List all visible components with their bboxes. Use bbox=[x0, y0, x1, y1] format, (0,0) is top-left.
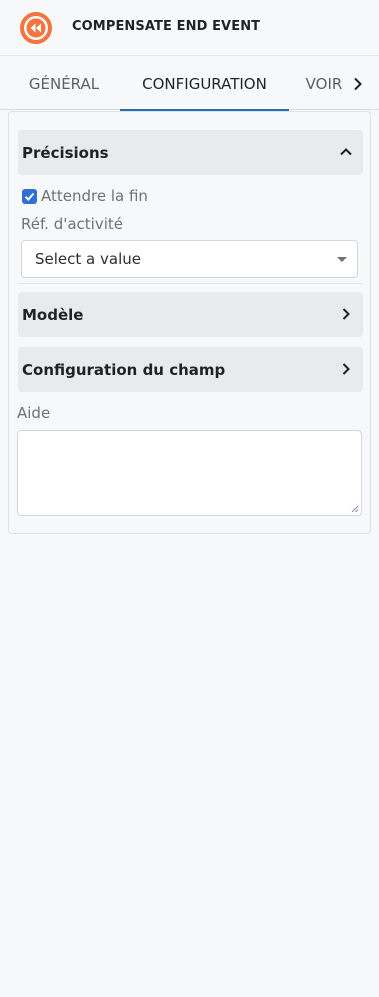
properties-header: COMPENSATE END EVENT bbox=[0, 0, 379, 56]
aide-textarea[interactable] bbox=[17, 430, 362, 516]
chevron-right-icon bbox=[342, 308, 350, 320]
section-precisions-label: Précisions bbox=[22, 143, 109, 162]
tab-voir[interactable]: VOIR bbox=[300, 57, 348, 110]
wait-completion-row: Attendre la fin bbox=[22, 186, 148, 206]
chevron-right-icon bbox=[354, 77, 362, 90]
activity-ref-value: Select a value bbox=[35, 250, 141, 268]
section-modele-label: Modèle bbox=[22, 305, 84, 324]
element-title: COMPENSATE END EVENT bbox=[72, 19, 261, 34]
section-precisions-header[interactable]: Précisions bbox=[18, 130, 363, 175]
resize-handle-icon[interactable] bbox=[351, 505, 359, 513]
tab-configuration[interactable]: CONFIGURATION bbox=[120, 57, 289, 111]
tab-general[interactable]: GÉNÉRAL bbox=[16, 57, 112, 110]
chevron-right-icon bbox=[342, 363, 350, 375]
section-field-config-label: Configuration du champ bbox=[22, 360, 226, 379]
activity-ref-select[interactable]: Select a value bbox=[21, 240, 358, 278]
tabs-scroll-right-button[interactable] bbox=[348, 57, 368, 110]
compensate-end-event-icon bbox=[20, 12, 52, 44]
section-modele-header[interactable]: Modèle bbox=[18, 292, 363, 337]
aide-label: Aide bbox=[17, 404, 51, 422]
wait-completion-checkbox[interactable] bbox=[22, 188, 37, 204]
activity-ref-label: Réf. d'activité bbox=[21, 215, 123, 233]
chevron-up-icon bbox=[340, 148, 352, 156]
section-divider bbox=[18, 283, 363, 284]
section-field-config-header[interactable]: Configuration du champ bbox=[18, 347, 363, 392]
dropdown-caret-icon bbox=[337, 257, 347, 262]
configuration-panel: Précisions Attendre la fin Réf. d'activi… bbox=[8, 111, 371, 534]
tab-bar: GÉNÉRAL CONFIGURATION VOIR bbox=[0, 57, 379, 111]
wait-completion-label: Attendre la fin bbox=[41, 187, 148, 205]
checkmark-icon bbox=[24, 192, 35, 201]
